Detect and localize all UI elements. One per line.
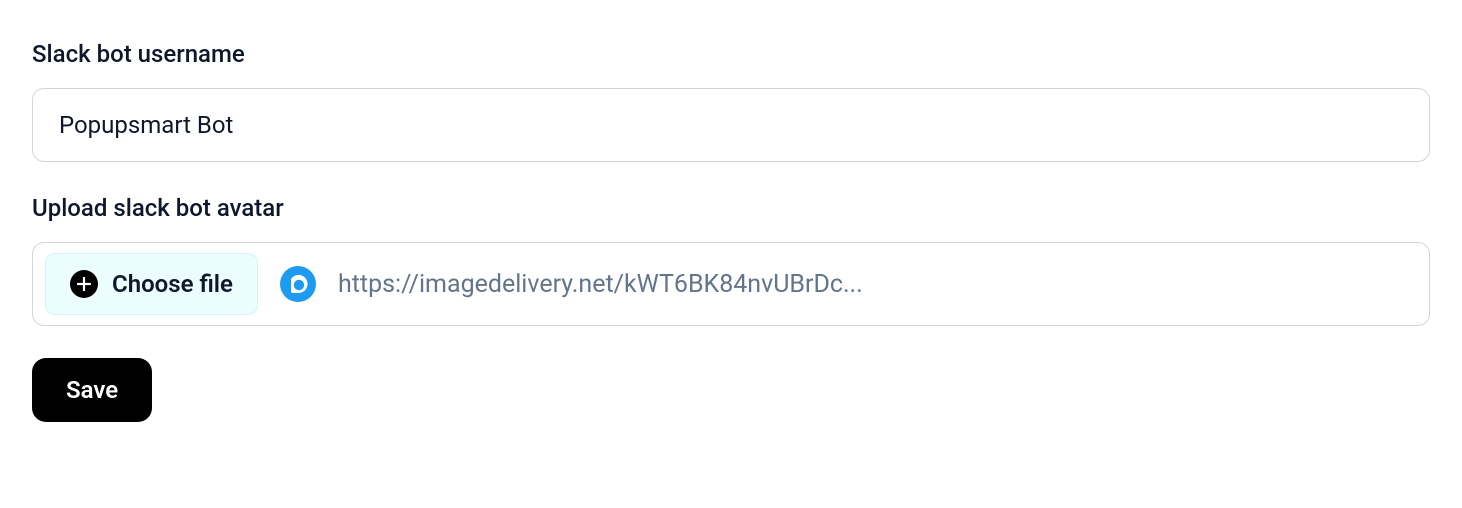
username-label: Slack bot username <box>32 40 1430 68</box>
plus-icon <box>70 270 98 298</box>
username-input[interactable] <box>32 88 1430 162</box>
save-button[interactable]: Save <box>32 358 152 422</box>
username-field-group: Slack bot username <box>32 40 1430 162</box>
avatar-label: Upload slack bot avatar <box>32 194 1430 222</box>
file-url-text: https://imagedelivery.net/kWT6BK84nvUBrD… <box>338 270 1417 299</box>
avatar-field-group: Upload slack bot avatar Choose file http… <box>32 194 1430 326</box>
choose-file-label: Choose file <box>112 270 233 298</box>
choose-file-button[interactable]: Choose file <box>45 253 258 315</box>
upload-container: Choose file https://imagedelivery.net/kW… <box>32 242 1430 326</box>
avatar-preview-icon <box>280 266 316 302</box>
